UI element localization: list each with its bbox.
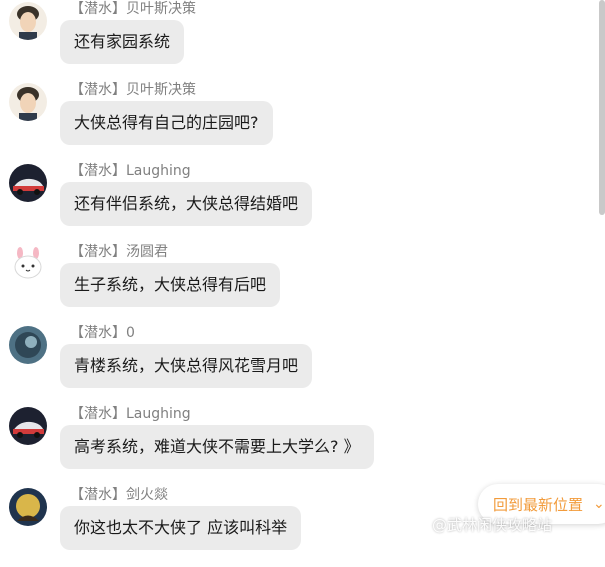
chat-message: 【潜水】汤圆君 生子系统，大侠总得有后吧 xyxy=(0,243,605,324)
sender-name: 【潜水】剑火燚 xyxy=(70,487,168,503)
avatar[interactable] xyxy=(9,326,47,364)
watermark: @武林闲侠攻略站 xyxy=(432,516,553,534)
message-bubble[interactable]: 高考系统，难道大侠不需要上大学么? 》 xyxy=(60,425,374,469)
avatar[interactable] xyxy=(9,407,47,445)
jump-to-latest-label: 回到最新位置 xyxy=(493,495,584,514)
sender-name: 【潜水】汤圆君 xyxy=(70,244,168,260)
chat-message: 【潜水】Laughing 还有伴侣系统，大侠总得结婚吧 xyxy=(0,162,605,243)
message-bubble[interactable]: 大侠总得有自己的庄园吧? xyxy=(60,101,273,145)
avatar[interactable] xyxy=(9,2,47,40)
chevron-down-icon: ⌄ xyxy=(593,496,605,512)
sender-name: 【潜水】贝叶斯决策 xyxy=(70,82,196,98)
sender-name: 【潜水】贝叶斯决策 xyxy=(70,1,196,17)
sender-name: 【潜水】Laughing xyxy=(70,406,191,422)
message-bubble[interactable]: 你这也太不大侠了 应该叫科举 xyxy=(60,506,302,550)
chat-message: 【潜水】0 青楼系统，大侠总得风花雪月吧 xyxy=(0,324,605,405)
chat-message: 【潜水】贝叶斯决策 还有家园系统 xyxy=(0,0,605,81)
avatar[interactable] xyxy=(9,164,47,202)
avatar[interactable] xyxy=(9,83,47,121)
message-bubble[interactable]: 生子系统，大侠总得有后吧 xyxy=(60,263,281,307)
message-bubble[interactable]: 还有家园系统 xyxy=(60,20,185,64)
message-bubble[interactable]: 青楼系统，大侠总得风花雪月吧 xyxy=(60,344,313,388)
avatar[interactable] xyxy=(9,488,47,526)
avatar[interactable] xyxy=(9,245,47,283)
sender-name: 【潜水】0 xyxy=(70,325,135,341)
message-bubble[interactable]: 还有伴侣系统，大侠总得结婚吧 xyxy=(60,182,313,226)
sender-name: 【潜水】Laughing xyxy=(70,163,191,179)
chat-message: 【潜水】贝叶斯决策 大侠总得有自己的庄园吧? xyxy=(0,81,605,162)
chat-message: 【潜水】Laughing 高考系统，难道大侠不需要上大学么? 》 xyxy=(0,405,605,486)
